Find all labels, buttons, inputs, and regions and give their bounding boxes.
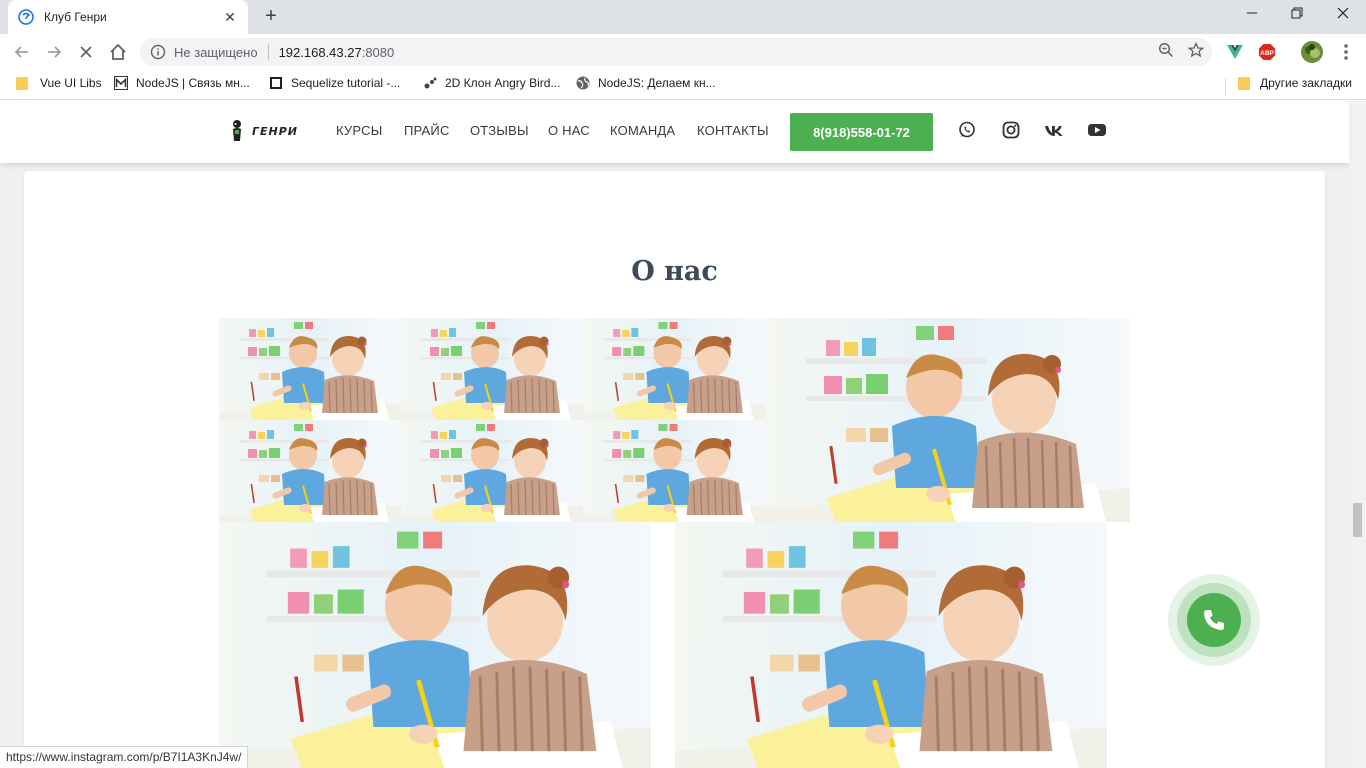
folder-icon bbox=[1238, 76, 1250, 90]
call-button-core bbox=[1187, 593, 1241, 647]
bookmark-star-icon[interactable] bbox=[1188, 42, 1204, 58]
bookmark-other[interactable]: Другие закладки bbox=[1238, 76, 1352, 90]
logo-figure-icon bbox=[233, 120, 241, 141]
profile-avatar[interactable] bbox=[1300, 40, 1324, 64]
divider bbox=[1225, 78, 1226, 96]
phone-button[interactable]: 8(918)558-01-72 bbox=[790, 113, 933, 151]
zoom-icon[interactable] bbox=[1158, 42, 1174, 58]
url-port: :8080 bbox=[361, 44, 395, 60]
bookmark-label: NodeJS | Связь мн... bbox=[136, 76, 250, 90]
bookmark-label: Vue UI Libs bbox=[40, 76, 102, 90]
info-icon[interactable] bbox=[150, 44, 166, 60]
bookmark-label: Другие закладки bbox=[1260, 76, 1352, 90]
nav-price[interactable]: ПРАЙС bbox=[404, 123, 450, 138]
gallery-photo[interactable] bbox=[219, 420, 401, 522]
tab-close-icon[interactable]: ✕ bbox=[222, 9, 238, 26]
minimize-icon[interactable] bbox=[1229, 0, 1275, 30]
site-header: ГЕНРИ КУРСЫ ПРАЙС ОТЗЫВЫ О НАС КОМАНДА К… bbox=[0, 101, 1349, 163]
nav-about[interactable]: О НАС bbox=[548, 123, 590, 138]
site-favicon-icon bbox=[18, 9, 34, 25]
section-title: О нас bbox=[631, 256, 718, 287]
vk-icon[interactable] bbox=[1044, 121, 1064, 139]
security-label: Не защищено bbox=[174, 44, 258, 60]
bookmarks-bar: Vue UI Libs NodeJS | Связь мн... Sequeli… bbox=[0, 70, 1366, 100]
nav-team[interactable]: КОМАНДА bbox=[610, 123, 675, 138]
forward-icon[interactable] bbox=[42, 40, 66, 64]
gallery-photo[interactable] bbox=[219, 522, 651, 768]
bookmark-angry-birds[interactable]: 2D Клон Angry Bird... bbox=[423, 76, 560, 90]
menu-kebab-icon[interactable] bbox=[1334, 40, 1358, 64]
tab-strip: Клуб Генри ✕ + bbox=[0, 0, 1366, 34]
home-icon[interactable] bbox=[106, 40, 130, 64]
site-logo[interactable]: ГЕНРИ bbox=[230, 119, 298, 143]
folder-icon bbox=[16, 76, 28, 90]
call-button-ring bbox=[1177, 583, 1251, 657]
bookmark-nodejs-relations[interactable]: NodeJS | Связь мн... bbox=[114, 76, 250, 90]
gallery-photo[interactable] bbox=[583, 420, 766, 522]
bookmark-nodejs-buttons[interactable]: NodeJS: Делаем кн... bbox=[576, 76, 716, 90]
adblock-icon[interactable]: ABP bbox=[1258, 43, 1276, 61]
tab-title: Клуб Генри bbox=[44, 10, 107, 24]
restore-icon[interactable] bbox=[1274, 0, 1320, 30]
bookmark-label: NodeJS: Делаем кн... bbox=[598, 76, 716, 90]
globe-icon bbox=[576, 76, 590, 90]
gallery-photo[interactable] bbox=[583, 318, 766, 420]
bookmark-label: Sequelize tutorial -... bbox=[291, 76, 401, 90]
nav-contacts[interactable]: КОНТАКТЫ bbox=[697, 123, 769, 138]
url-host: 192.168.43.27 bbox=[278, 44, 362, 60]
floating-call-button[interactable] bbox=[1168, 574, 1260, 666]
stop-loading-icon[interactable] bbox=[74, 40, 98, 64]
bookmark-vue-ui-libs[interactable]: Vue UI Libs bbox=[16, 76, 102, 90]
nav-reviews[interactable]: ОТЗЫВЫ bbox=[470, 123, 529, 138]
gallery-photo[interactable] bbox=[401, 420, 583, 522]
page-scrollbar[interactable] bbox=[1349, 101, 1366, 768]
phone-icon bbox=[1204, 610, 1224, 630]
bird-icon bbox=[424, 77, 437, 89]
close-icon[interactable] bbox=[1320, 0, 1366, 30]
bookmark-label: 2D Клон Angry Bird... bbox=[445, 76, 561, 90]
status-bar-url: https://www.instagram.com/p/B7I1A3KnJ4w/ bbox=[0, 746, 249, 768]
gallery-photo[interactable] bbox=[401, 318, 583, 420]
square-icon bbox=[270, 77, 282, 89]
new-tab-button[interactable]: + bbox=[258, 4, 284, 30]
instagram-icon[interactable] bbox=[1002, 121, 1020, 139]
back-icon[interactable] bbox=[10, 40, 34, 64]
vue-devtools-icon[interactable] bbox=[1226, 43, 1244, 61]
browser-tab[interactable]: Клуб Генри ✕ bbox=[8, 0, 248, 34]
address-bar[interactable]: Не защищено 192.168.43.27 :8080 bbox=[140, 38, 1212, 66]
bookmark-sequelize[interactable]: Sequelize tutorial -... bbox=[269, 76, 400, 90]
scrollbar-thumb[interactable] bbox=[1353, 503, 1362, 537]
m-icon bbox=[114, 76, 128, 90]
gallery-photo[interactable] bbox=[675, 522, 1107, 768]
browser-toolbar: Не защищено 192.168.43.27 :8080 ABP bbox=[0, 34, 1366, 70]
youtube-icon[interactable] bbox=[1087, 121, 1107, 139]
page-viewport: ГЕНРИ КУРСЫ ПРАЙС ОТЗЫВЫ О НАС КОМАНДА К… bbox=[0, 101, 1349, 768]
gallery-photo[interactable] bbox=[219, 318, 401, 420]
adblock-label: ABP bbox=[1260, 50, 1274, 57]
gallery-photo[interactable] bbox=[766, 318, 1130, 522]
nav-courses[interactable]: КУРСЫ bbox=[336, 123, 382, 138]
logo-text: ГЕНРИ bbox=[252, 124, 298, 138]
whatsapp-icon[interactable] bbox=[958, 121, 976, 139]
divider bbox=[267, 44, 269, 60]
